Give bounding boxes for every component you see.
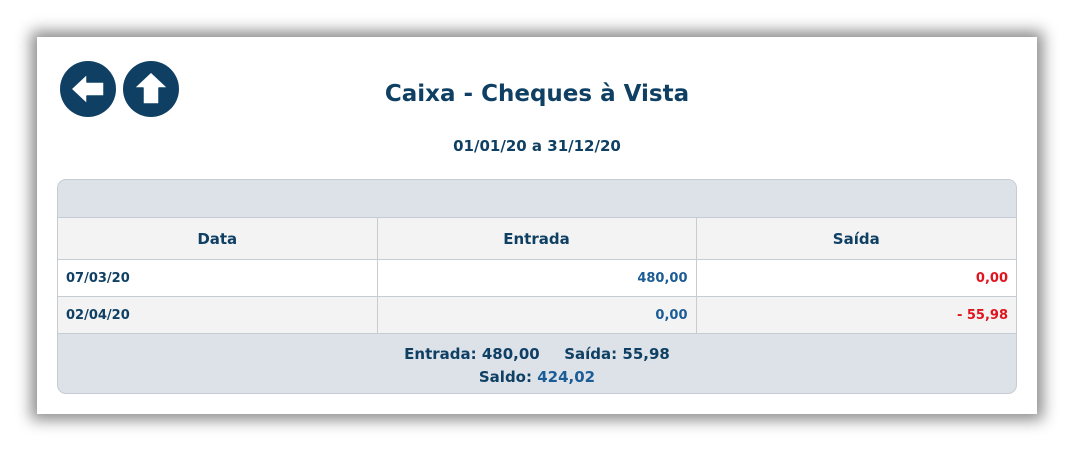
cell-entrada: 0,00 xyxy=(377,296,697,334)
transactions-table: Data Entrada Saída 07/03/20 480,00 0,00 … xyxy=(57,179,1017,394)
cell-date: 02/04/20 xyxy=(58,296,378,334)
saldo-value: 424,02 xyxy=(537,368,596,386)
table-header-bar xyxy=(58,180,1016,218)
table-row: 02/04/20 0,00 - 55,98 xyxy=(58,296,1016,334)
saida-total-label: Saída: xyxy=(564,345,618,363)
saida-total-value: 55,98 xyxy=(622,345,670,363)
saldo-line: Saldo: 424,02 xyxy=(58,366,1016,389)
totals-line: Entrada: 480,00 Saída: 55,98 xyxy=(58,343,1016,366)
column-header-entrada: Entrada xyxy=(377,218,697,260)
page-title: Caixa - Cheques à Vista xyxy=(384,81,690,107)
column-header-saida: Saída xyxy=(696,218,1016,260)
entrada-total-label: Entrada: xyxy=(404,345,477,363)
saldo-label: Saldo: xyxy=(478,368,532,386)
entrada-total-value: 480,00 xyxy=(481,345,540,363)
table-row: 07/03/20 480,00 0,00 xyxy=(58,259,1016,297)
table-header-row: Data Entrada Saída xyxy=(58,218,1016,260)
cell-saida: 0,00 xyxy=(696,259,1016,297)
cell-date: 07/03/20 xyxy=(58,259,378,297)
report-panel: Caixa - Cheques à Vista 01/01/20 a 31/12… xyxy=(37,37,1037,414)
date-range: 01/01/20 a 31/12/20 xyxy=(453,137,621,155)
column-header-data: Data xyxy=(58,218,378,260)
table-summary: Entrada: 480,00 Saída: 55,98 Saldo: 424,… xyxy=(58,334,1016,389)
cell-saida: - 55,98 xyxy=(696,296,1016,334)
cell-entrada: 480,00 xyxy=(377,259,697,297)
